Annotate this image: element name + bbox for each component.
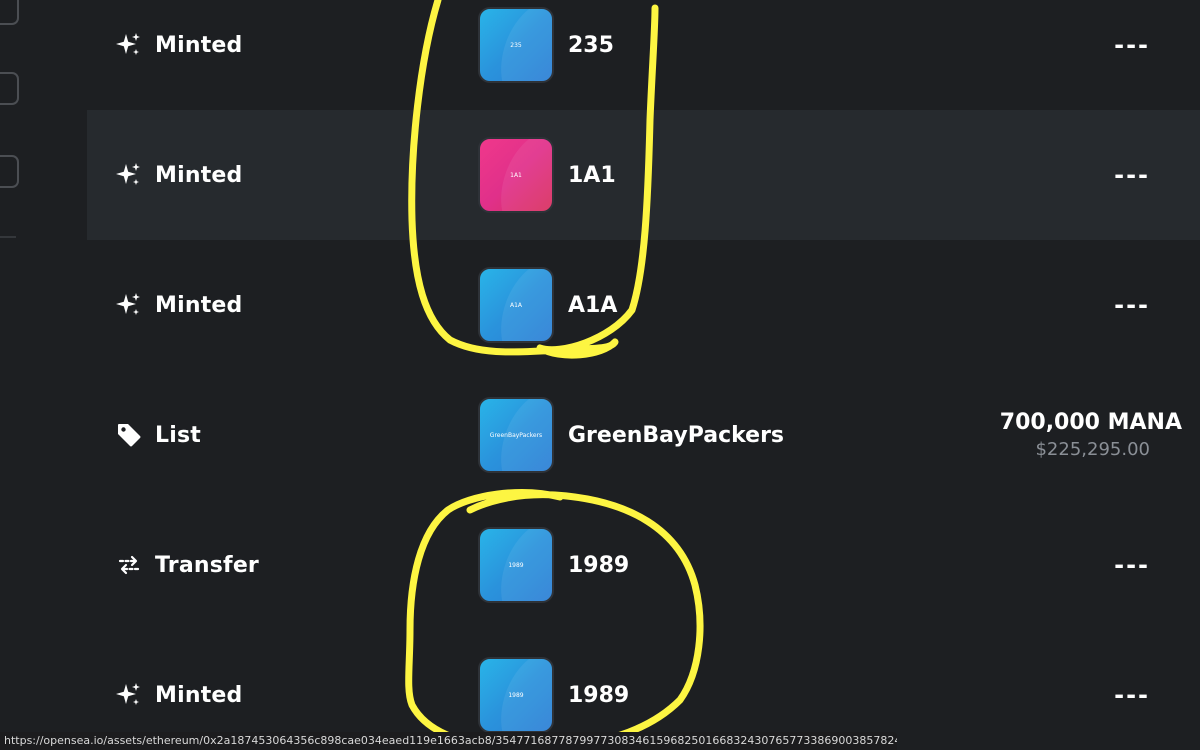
item-thumbnail[interactable]: 1989 — [478, 527, 554, 603]
item-name-link[interactable]: 1989 — [568, 553, 629, 578]
item-thumbnail[interactable]: 1A1 — [478, 137, 554, 213]
item-name-link[interactable]: A1A — [568, 293, 617, 318]
divider — [0, 236, 16, 238]
price-usd: $225,295.00 — [1035, 439, 1150, 460]
thumbnail-label: 1989 — [508, 691, 524, 699]
item-cell[interactable]: A1A A1A — [478, 267, 617, 343]
event-label: List — [155, 422, 201, 448]
link-preview-status-bar: https://opensea.io/assets/ethereum/0x2a1… — [0, 732, 897, 750]
item-thumbnail[interactable]: 235 — [478, 7, 554, 83]
price-empty: --- — [1114, 551, 1150, 579]
thumbnail-label: 1989 — [508, 561, 524, 569]
item-cell[interactable]: 1A1 1A1 — [478, 137, 616, 213]
filter-checkbox-column — [0, 0, 22, 240]
price-amount: 700,000 MANA — [999, 410, 1182, 435]
price-cell: --- — [1114, 551, 1150, 579]
status-url: https://opensea.io/assets/ethereum/0x2a1… — [4, 734, 897, 747]
activity-table: Minted 235 235 --- Minted 1A1 1A1 --- Mi… — [87, 0, 1200, 750]
thumbnail-label: 235 — [510, 41, 522, 49]
event-type: Transfer — [115, 551, 259, 579]
item-thumbnail[interactable]: A1A — [478, 267, 554, 343]
item-name-link[interactable]: GreenBayPackers — [568, 423, 784, 448]
sparkle-icon — [115, 291, 143, 319]
thumbnail-label: A1A — [509, 301, 523, 309]
thumbnail-label: GreenBayPackers — [489, 431, 543, 439]
sparkle-icon — [115, 31, 143, 59]
item-cell[interactable]: 1989 1989 — [478, 527, 629, 603]
price-cell: --- — [1114, 291, 1150, 319]
activity-row[interactable]: Transfer 1989 1989 --- — [87, 500, 1200, 630]
event-type: Minted — [115, 681, 242, 709]
tag-icon — [115, 421, 143, 449]
event-type: Minted — [115, 31, 242, 59]
price-cell: --- — [1114, 31, 1150, 59]
item-name-link[interactable]: 1989 — [568, 683, 629, 708]
thumbnail-label: 1A1 — [510, 171, 522, 179]
item-thumbnail[interactable]: GreenBayPackers — [478, 397, 554, 473]
item-cell[interactable]: 235 235 — [478, 7, 614, 83]
event-type: Minted — [115, 161, 242, 189]
item-name-link[interactable]: 235 — [568, 33, 614, 58]
event-type: Minted — [115, 291, 242, 319]
filter-checkbox[interactable] — [0, 72, 19, 105]
sparkle-icon — [115, 681, 143, 709]
event-label: Minted — [155, 292, 243, 318]
filter-checkbox[interactable] — [0, 155, 19, 188]
activity-row[interactable]: Minted 235 235 --- — [87, 0, 1200, 110]
price-cell: --- — [1114, 681, 1150, 709]
activity-row[interactable]: Minted 1A1 1A1 --- — [87, 110, 1200, 240]
price-empty: --- — [1114, 291, 1150, 319]
event-label: Minted — [155, 682, 243, 708]
item-thumbnail[interactable]: 1989 — [478, 657, 554, 733]
price-cell: --- — [1114, 161, 1150, 189]
price-cell: 700,000 MANA $225,295.00 — [1000, 410, 1182, 460]
filter-checkbox[interactable] — [0, 0, 19, 25]
price-empty: --- — [1114, 161, 1150, 189]
transfer-arrows-icon — [115, 551, 143, 579]
sparkle-icon — [115, 161, 143, 189]
item-cell[interactable]: 1989 1989 — [478, 657, 629, 733]
activity-row[interactable]: List GreenBayPackers GreenBayPackers 700… — [87, 370, 1200, 500]
event-type: List — [115, 421, 201, 449]
price-empty: --- — [1114, 681, 1150, 709]
event-label: Minted — [155, 162, 243, 188]
event-label: Minted — [155, 32, 243, 58]
event-label: Transfer — [155, 552, 259, 578]
activity-row[interactable]: Minted A1A A1A --- — [87, 240, 1200, 370]
item-cell[interactable]: GreenBayPackers GreenBayPackers — [478, 397, 784, 473]
item-name-link[interactable]: 1A1 — [568, 163, 616, 188]
activity-screen: Minted 235 235 --- Minted 1A1 1A1 --- Mi… — [0, 0, 1200, 750]
price-empty: --- — [1114, 31, 1150, 59]
